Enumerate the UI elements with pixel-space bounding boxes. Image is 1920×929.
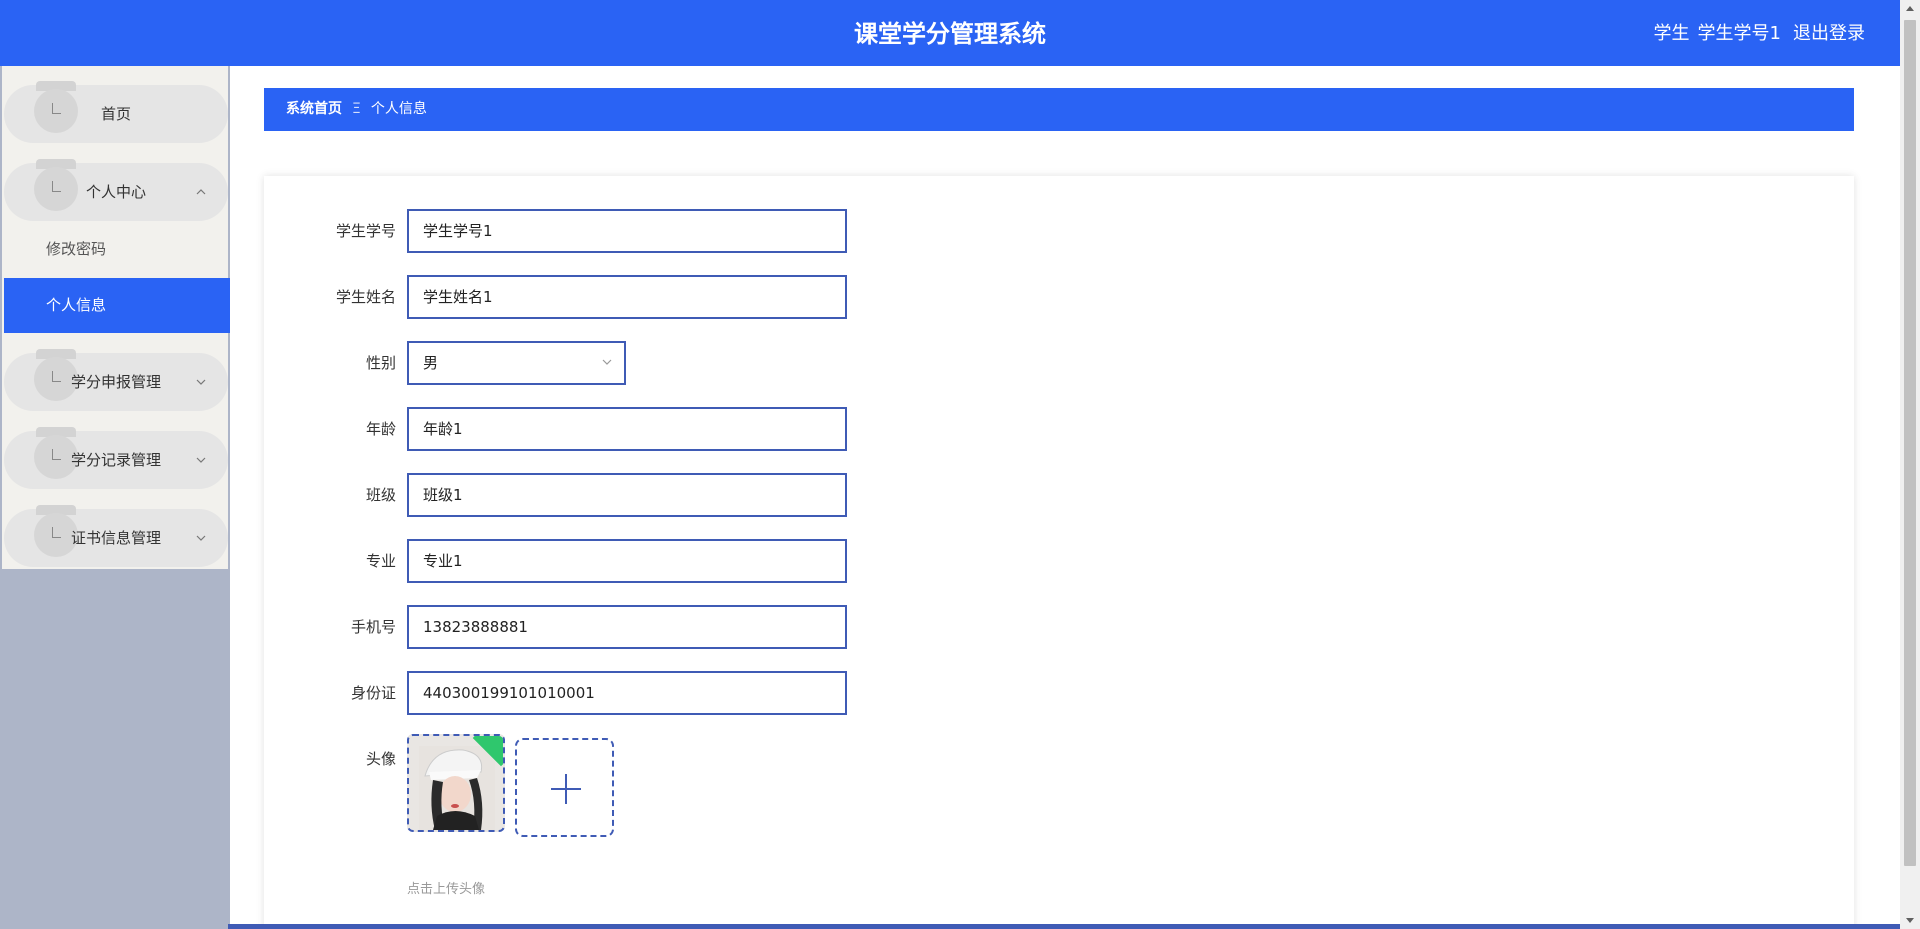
avatar-upload-button[interactable] xyxy=(515,738,614,837)
sidebar-item-credit-records[interactable]: 学分记录管理 xyxy=(4,427,228,489)
sidebar-item-personal-center[interactable]: 个人中心 xyxy=(4,159,228,221)
chevron-down-icon xyxy=(196,535,206,541)
phone-label: 手机号 xyxy=(350,618,396,636)
user-info: 学生 学生学号1 退出登录 xyxy=(1646,0,1865,66)
student-id-field[interactable]: 学生学号1 xyxy=(407,209,847,253)
phone-field[interactable]: 13823888881 xyxy=(407,605,847,649)
profile-form-card: 学生学号 学生学号1 学生姓名 学生姓名1 性别 男 年龄 年龄1 班级 班级1… xyxy=(264,176,1854,929)
sidebar-item-credit-application[interactable]: 学分申报管理 xyxy=(4,349,228,411)
student-name-label: 学生姓名 xyxy=(335,288,396,306)
bottom-strip xyxy=(228,924,1900,929)
gender-select[interactable]: 男 xyxy=(407,341,626,385)
sidebar-item-label: 证书信息管理 xyxy=(70,529,161,547)
chevron-down-icon xyxy=(602,359,612,365)
major-field[interactable]: 专业1 xyxy=(407,539,847,583)
chevron-up-icon xyxy=(196,189,206,195)
breadcrumb: 系统首页 Ξ 个人信息 xyxy=(264,88,1854,131)
user-name: 学生学号1 xyxy=(1697,23,1781,44)
sidebar-item-label: 首页 xyxy=(100,105,131,123)
breadcrumb-home[interactable]: 系统首页 xyxy=(286,101,342,117)
scroll-down-arrow-icon[interactable] xyxy=(1900,911,1920,929)
avatar-preview[interactable] xyxy=(407,734,505,832)
student-id-label: 学生学号 xyxy=(335,222,396,240)
class-label: 班级 xyxy=(365,486,396,504)
avatar-upload-hint: 点击上传头像 xyxy=(407,882,486,897)
class-field[interactable]: 班级1 xyxy=(407,473,847,517)
breadcrumb-current: 个人信息 xyxy=(370,101,427,117)
age-label: 年龄 xyxy=(365,420,396,438)
sidebar-item-label: 个人中心 xyxy=(85,183,146,201)
top-header: 课堂学分管理系统 学生 学生学号1 退出登录 xyxy=(0,0,1900,66)
age-field[interactable]: 年龄1 xyxy=(407,407,847,451)
scroll-up-arrow-icon[interactable] xyxy=(1900,0,1920,18)
sidebar-item-label: 学分申报管理 xyxy=(70,373,161,391)
sidebar: 首页 个人中心 修改密码 个人信息 学分申报管理 学分记录管理 证书信息管理 xyxy=(2,66,230,569)
page-scrollbar[interactable] xyxy=(1900,0,1920,929)
avatar-label: 头像 xyxy=(365,750,396,768)
plus-icon-vertical xyxy=(565,774,567,804)
sidebar-item-label: 学分记录管理 xyxy=(70,451,161,469)
student-name-field[interactable]: 学生姓名1 xyxy=(407,275,847,319)
sidebar-item-change-password[interactable]: 修改密码 xyxy=(4,222,230,277)
breadcrumb-separator-icon: Ξ xyxy=(352,101,361,117)
id-card-label: 身份证 xyxy=(350,684,396,702)
chevron-down-icon xyxy=(196,457,206,463)
sidebar-item-personal-info[interactable]: 个人信息 xyxy=(4,278,230,333)
sidebar-item-certificates[interactable]: 证书信息管理 xyxy=(4,505,228,567)
id-card-field[interactable]: 440300199101010001 xyxy=(407,671,847,715)
user-role: 学生 xyxy=(1653,23,1690,44)
gender-label: 性别 xyxy=(365,354,396,372)
major-label: 专业 xyxy=(365,552,396,570)
sidebar-item-home[interactable]: 首页 xyxy=(4,81,228,143)
chevron-down-icon xyxy=(196,379,206,385)
logout-button[interactable]: 退出登录 xyxy=(1793,23,1865,44)
app-title: 课堂学分管理系统 xyxy=(854,20,1046,48)
scrollbar-thumb[interactable] xyxy=(1904,20,1916,866)
avatar-photo-icon xyxy=(419,746,495,830)
gender-value: 男 xyxy=(423,354,439,372)
